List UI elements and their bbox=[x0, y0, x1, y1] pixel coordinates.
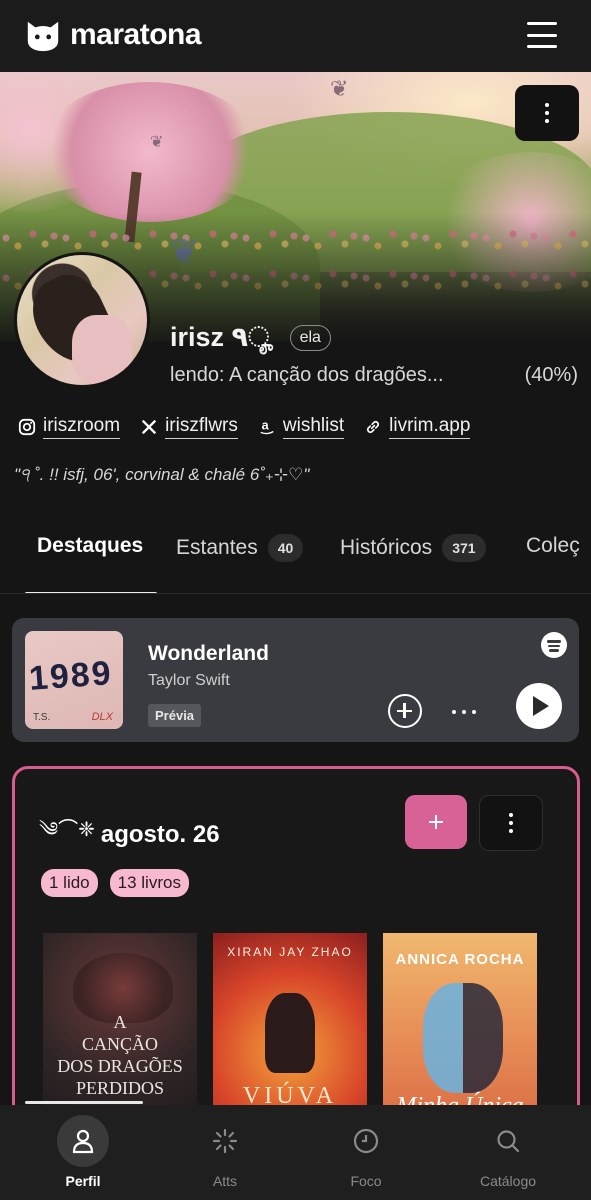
count-badge: 371 bbox=[442, 534, 486, 562]
app-name: maratona bbox=[70, 18, 202, 51]
hamburger-menu-icon[interactable] bbox=[527, 22, 557, 48]
butterfly-icon: ❦ bbox=[330, 76, 349, 101]
instagram-link[interactable]: iriszroom bbox=[18, 415, 121, 439]
social-links: iriszroom iriszflwrs a wishlist livrim.a… bbox=[18, 415, 471, 439]
book-cover[interactable]: ANNICA ROCHA Minha Única bbox=[383, 933, 537, 1133]
search-icon bbox=[497, 1130, 520, 1153]
collection-more-button[interactable] bbox=[479, 795, 543, 851]
tab-estantes[interactable]: Estantes 40 bbox=[176, 534, 304, 562]
wishlist-link[interactable]: a wishlist bbox=[258, 415, 345, 439]
track-more-icon[interactable] bbox=[452, 710, 476, 714]
avatar[interactable] bbox=[14, 252, 150, 388]
cat-logo-icon bbox=[27, 21, 59, 52]
clock-icon bbox=[353, 1128, 379, 1154]
tab-colecoes[interactable]: Coleç bbox=[526, 534, 580, 558]
reading-progress: (40%) bbox=[524, 364, 578, 386]
preview-badge: Prévia bbox=[148, 704, 202, 727]
app-logo[interactable]: maratona bbox=[24, 16, 202, 54]
butterfly-icon: ❦ bbox=[150, 134, 164, 151]
banner-more-button[interactable] bbox=[515, 85, 579, 141]
profile-bio: "੧ ˚. !! isfj, 06', corvinal & chalé 6˚₊… bbox=[14, 465, 310, 484]
instagram-icon bbox=[18, 418, 36, 436]
track-artist: Taylor Swift bbox=[148, 672, 230, 689]
scroll-indicator bbox=[25, 1101, 143, 1104]
book-cover[interactable]: XIRAN JAY ZHAO VIÚVA bbox=[213, 933, 367, 1133]
add-track-button[interactable] bbox=[388, 694, 422, 728]
add-book-button[interactable] bbox=[405, 795, 467, 849]
count-badge: 40 bbox=[267, 534, 304, 562]
website-link[interactable]: livrim.app bbox=[364, 415, 471, 439]
active-tab-indicator bbox=[25, 592, 157, 593]
music-card[interactable]: 1989 T.S. DLX Wonderland Taylor Swift Pr… bbox=[12, 618, 579, 742]
loader-icon bbox=[212, 1128, 238, 1154]
reading-label: lendo: A canção dos dragões... bbox=[170, 364, 444, 386]
bottom-navigation: Perfil Atts Foco Catálogo bbox=[0, 1101, 591, 1200]
amazon-icon: a bbox=[260, 419, 274, 435]
album-cover: 1989 T.S. DLX bbox=[25, 631, 123, 729]
profile-name: irisz ٩ೄ bbox=[170, 322, 274, 352]
play-button[interactable] bbox=[516, 683, 562, 729]
track-title: Wonderland bbox=[148, 642, 269, 665]
nav-atts[interactable]: Atts bbox=[180, 1115, 270, 1189]
nav-catalogo[interactable]: Catálogo bbox=[463, 1115, 553, 1189]
profile-tabs: Destaques Estantes 40 Históricos 371 Col… bbox=[0, 520, 591, 594]
pronoun-badge: ela bbox=[289, 325, 331, 351]
read-count-pill: 1 lido bbox=[41, 869, 98, 897]
ornament-glyph: ༄⌒❈ bbox=[39, 819, 95, 841]
tab-destaques[interactable]: Destaques bbox=[37, 534, 143, 558]
collection-title[interactable]: ༄⌒❈ agosto. 26 bbox=[39, 807, 220, 863]
top-bar: maratona bbox=[0, 0, 591, 72]
tab-historicos[interactable]: Históricos 371 bbox=[340, 534, 486, 562]
nav-perfil[interactable]: Perfil bbox=[38, 1115, 128, 1189]
person-icon bbox=[72, 1129, 94, 1154]
spotify-icon[interactable] bbox=[541, 632, 567, 658]
currently-reading[interactable]: lendo: A canção dos dragões... (40%) bbox=[170, 364, 578, 387]
x-icon bbox=[141, 419, 157, 435]
nav-foco[interactable]: Foco bbox=[321, 1115, 411, 1189]
link-icon bbox=[367, 420, 380, 434]
x-link[interactable]: iriszflwrs bbox=[140, 415, 238, 439]
svg-text:a: a bbox=[261, 419, 269, 433]
book-count-pill: 13 livros bbox=[109, 869, 189, 897]
